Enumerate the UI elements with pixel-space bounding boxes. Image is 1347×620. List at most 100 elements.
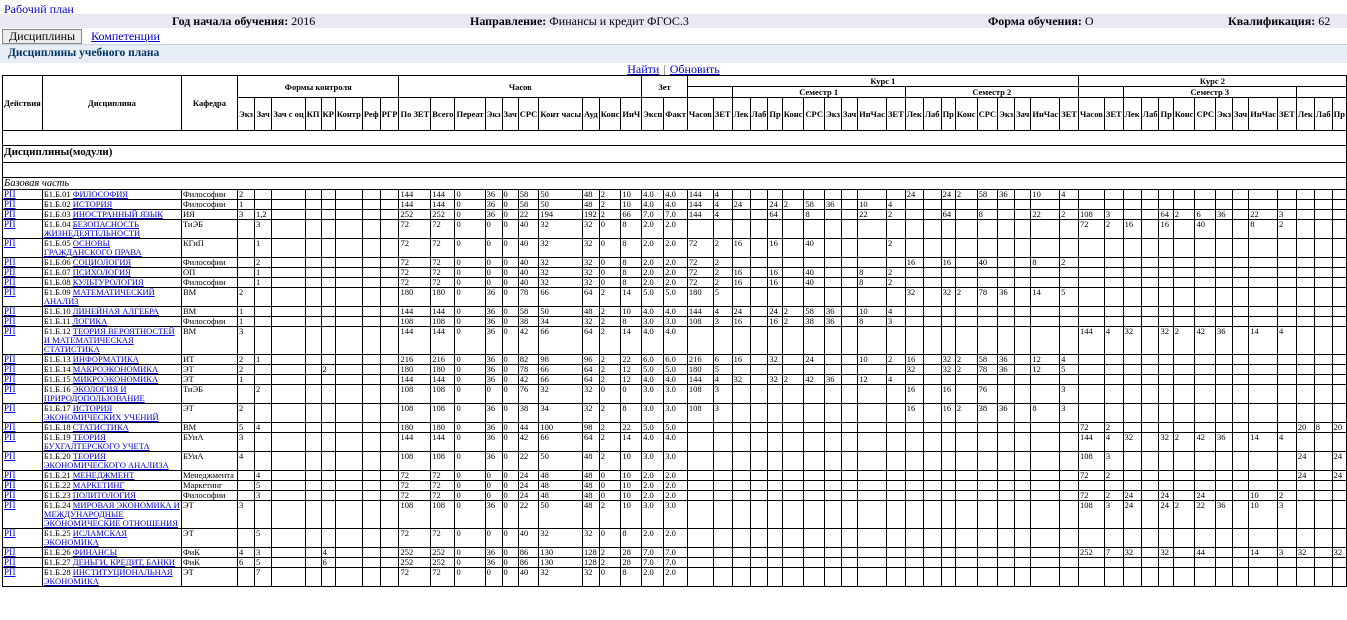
rp-link[interactable]: РП	[4, 376, 16, 384]
rp-link[interactable]: РП	[4, 191, 16, 199]
discipline-link[interactable]: ФИЛОСОФИЯ	[73, 191, 128, 199]
rp-link[interactable]: РП	[4, 221, 16, 230]
semester1-cell	[781, 189, 805, 200]
discipline-link[interactable]: СТАТИСТИКА	[73, 424, 129, 432]
control-cell	[271, 557, 306, 568]
semester2-cell	[1059, 316, 1079, 327]
rp-link[interactable]: РП	[4, 240, 16, 249]
hours-cell: 72	[430, 238, 456, 258]
hours-cell: 180	[398, 287, 432, 307]
semester3-cell	[1277, 480, 1297, 491]
semester3-cell: 4	[1277, 432, 1297, 452]
discipline-link[interactable]: ДЕНЬГИ, КРЕДИТ, БАНКИ	[73, 559, 175, 567]
semester3-cell	[1140, 432, 1160, 452]
semester2-cell	[922, 199, 942, 210]
rp-link[interactable]: РП	[4, 386, 16, 395]
semester3-cell	[1277, 354, 1297, 365]
discipline-link[interactable]: ИСТОРИЯ	[73, 201, 113, 209]
hours-cell: 0	[454, 209, 486, 220]
semester4-cell	[1331, 326, 1347, 355]
hours-cell: 0	[484, 238, 503, 258]
refresh-link[interactable]: Обновить	[670, 62, 720, 76]
rp-link[interactable]: РП	[4, 434, 16, 443]
rp-link[interactable]: РП	[4, 502, 16, 511]
rp-link[interactable]: РП	[4, 259, 16, 267]
rp-link[interactable]: РП	[4, 289, 16, 298]
semester2-cell	[1014, 257, 1032, 268]
rp-link[interactable]: РП	[4, 405, 16, 414]
semester2-cell	[904, 267, 924, 278]
discipline-link[interactable]: ЛОГИКА	[72, 318, 107, 326]
control-cell	[334, 257, 363, 268]
rp-link[interactable]: РП	[4, 530, 16, 539]
semester4-cell	[1295, 354, 1315, 365]
course2-cell	[1077, 316, 1105, 327]
discipline-link[interactable]: ИНФОРМАТИКА	[73, 356, 139, 364]
course1-cell: 3	[712, 403, 733, 423]
semester3-cell	[1277, 316, 1297, 327]
semester4-cell	[1331, 238, 1347, 258]
rp-link[interactable]: РП	[4, 318, 16, 326]
section-title: Дисциплины учебного плана	[8, 47, 160, 59]
semester2-cell	[954, 384, 978, 404]
rp-link[interactable]: РП	[4, 482, 16, 490]
discipline-link[interactable]: ФИНАНСЫ	[73, 549, 117, 557]
semester3-cell	[1232, 547, 1250, 558]
rp-link[interactable]: РП	[4, 366, 16, 374]
semester1-cell	[749, 490, 769, 501]
discipline-link[interactable]: МЕНЕДЖМЕНТ	[73, 472, 135, 480]
discipline-link[interactable]: ИНОСТРАННЫЙ ЯЗЫК	[73, 211, 163, 219]
discipline-link[interactable]: ПСИХОЛОГИЯ	[73, 269, 131, 277]
plan-info-bar: Год начала обучения: 2016 Направление: Ф…	[0, 14, 1347, 28]
discipline-link[interactable]: КУЛЬТУРОЛОГИЯ	[73, 279, 144, 287]
rp-link[interactable]: РП	[4, 269, 16, 277]
discipline-link[interactable]: СОЦИОЛОГИЯ	[73, 259, 131, 267]
discipline-link[interactable]: ПОЛИТОЛОГИЯ	[73, 492, 136, 500]
hours-cell: 252	[430, 209, 456, 220]
discipline-cell: Б1.Б.22 МАРКЕТИНГ	[41, 480, 182, 491]
semester3-cell: 14	[1248, 547, 1278, 558]
rp-link[interactable]: РП	[4, 492, 16, 500]
discipline-link[interactable]: МАКРОЭКОНОМИКА	[73, 366, 158, 374]
rp-link[interactable]: РП	[4, 356, 16, 364]
control-cell	[320, 422, 336, 433]
control-cell: 4	[253, 422, 273, 433]
hours-cell: 192	[581, 209, 600, 220]
semester4-cell	[1331, 189, 1347, 200]
semester2-cell	[954, 547, 978, 558]
rp-link[interactable]: РП	[4, 201, 16, 209]
semester3-cell	[1248, 316, 1278, 327]
tab-competencies[interactable]: Компетенции	[91, 29, 160, 43]
semester4-cell	[1331, 567, 1347, 587]
find-link[interactable]: Найти	[627, 62, 659, 76]
semester3-cell	[1172, 306, 1196, 317]
discipline-link[interactable]: ЛИНЕЙНАЯ АЛГЕБРА	[73, 308, 159, 316]
hours-cell: 66	[620, 209, 643, 220]
rp-link[interactable]: РП	[4, 472, 16, 480]
semester2-cell	[904, 199, 924, 210]
control-cell	[320, 257, 336, 268]
semester2-cell	[904, 219, 924, 239]
rp-link[interactable]: РП	[4, 279, 16, 287]
semester1-cell	[749, 306, 769, 317]
semester1-cell	[749, 557, 769, 568]
tab-disciplines[interactable]: Дисциплины	[2, 29, 83, 44]
rp-link[interactable]: РП	[4, 328, 16, 337]
rp-link[interactable]: РП	[4, 308, 16, 316]
semester3-cell	[1158, 199, 1174, 210]
control-cell	[361, 490, 381, 501]
rp-link[interactable]: РП	[4, 211, 16, 219]
rp-link[interactable]: РП	[4, 453, 16, 462]
hours-cell: 22	[620, 422, 643, 433]
discipline-link[interactable]: МАРКЕТИНГ	[73, 482, 125, 490]
rp-link[interactable]: РП	[4, 549, 16, 557]
hours-cell: 32	[538, 219, 583, 239]
rp-link[interactable]: РП	[4, 559, 16, 567]
semester2-cell	[1030, 267, 1061, 278]
discipline-link[interactable]: МИКРОЭКОНОМИКА	[73, 376, 158, 384]
semester2-cell	[922, 364, 942, 375]
semester2-cell	[976, 500, 999, 529]
rp-link[interactable]: РП	[4, 569, 16, 578]
rp-link[interactable]: РП	[4, 424, 16, 432]
semester2-cell	[954, 490, 978, 501]
